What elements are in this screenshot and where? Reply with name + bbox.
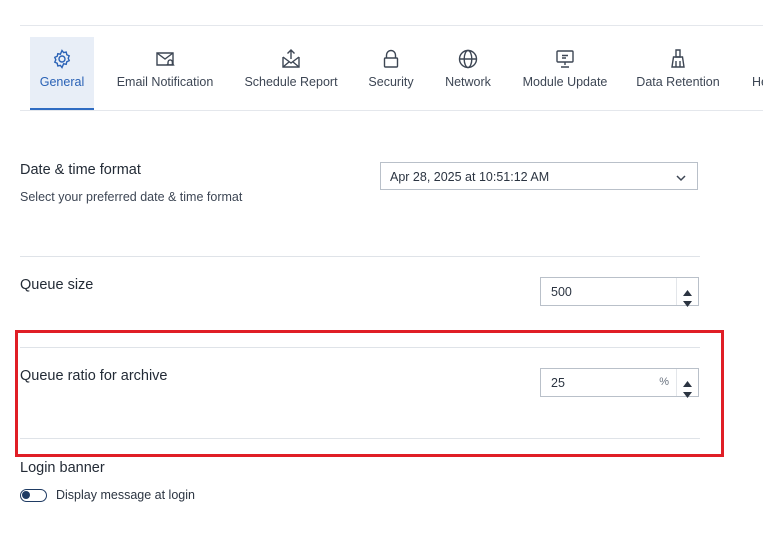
tab-module-update[interactable]: Module Update [518, 37, 612, 111]
tab-network-label: Network [445, 75, 491, 89]
envelope-bell-icon [153, 47, 177, 71]
increment-arrow-icon[interactable] [683, 374, 692, 387]
tab-email-notification[interactable]: Email Notification [112, 37, 218, 111]
tab-cut-off[interactable]: He [744, 37, 763, 111]
queue-ratio-value: 25 [551, 376, 565, 390]
increment-arrow-icon[interactable] [683, 283, 692, 296]
queue-size-title: Queue size [20, 277, 94, 293]
queue-ratio-title: Queue ratio for archive [20, 368, 168, 384]
tab-email-notification-label: Email Notification [116, 75, 214, 89]
monitor-update-icon [553, 47, 577, 71]
tab-data-retention-label: Data Retention [636, 75, 720, 89]
tab-general[interactable]: General [30, 37, 94, 111]
date-time-format-description: Select your preferred date & time format [20, 190, 243, 204]
tab-network[interactable]: Network [438, 37, 498, 111]
login-banner-toggle-label: Display message at login [56, 488, 195, 502]
tab-schedule-report[interactable]: Schedule Report [242, 37, 340, 111]
tab-schedule-report-label: Schedule Report [244, 75, 338, 89]
queue-size-spinner [676, 278, 698, 307]
login-banner-toggle[interactable] [20, 489, 47, 502]
envelope-upload-icon [279, 47, 303, 71]
gear-icon [50, 47, 74, 71]
section-divider [20, 347, 700, 348]
login-banner-title: Login banner [20, 460, 105, 476]
date-time-format-select[interactable]: Apr 28, 2025 at 10:51:12 AM [380, 162, 698, 190]
tabs-divider [20, 110, 763, 111]
tab-security-label: Security [368, 75, 414, 89]
globe-icon [456, 47, 480, 71]
date-time-format-value: Apr 28, 2025 at 10:51:12 AM [390, 170, 550, 184]
chevron-down-icon [675, 171, 687, 183]
queue-ratio-spinner [676, 369, 698, 398]
queue-ratio-stepper[interactable]: 25 % [540, 368, 699, 398]
tab-security[interactable]: Security [362, 37, 420, 111]
top-divider [20, 25, 763, 26]
section-divider [20, 438, 700, 439]
section-divider [20, 256, 700, 257]
tab-data-retention[interactable]: Data Retention [632, 37, 724, 111]
decrement-arrow-icon[interactable] [683, 385, 692, 398]
tab-module-update-label: Module Update [522, 75, 608, 89]
broom-icon [666, 47, 690, 71]
settings-tabs: General Email Notification Schedule Repo… [20, 37, 763, 111]
tab-cut-off-label: He [752, 75, 763, 89]
queue-ratio-unit: % [659, 376, 669, 388]
lock-icon [379, 47, 403, 71]
toggle-knob [22, 491, 30, 499]
tab-general-label: General [39, 75, 85, 89]
queue-size-stepper[interactable]: 500 [540, 277, 699, 307]
date-time-format-title: Date & time format [20, 162, 141, 178]
queue-size-value: 500 [551, 285, 572, 299]
decrement-arrow-icon[interactable] [683, 294, 692, 307]
